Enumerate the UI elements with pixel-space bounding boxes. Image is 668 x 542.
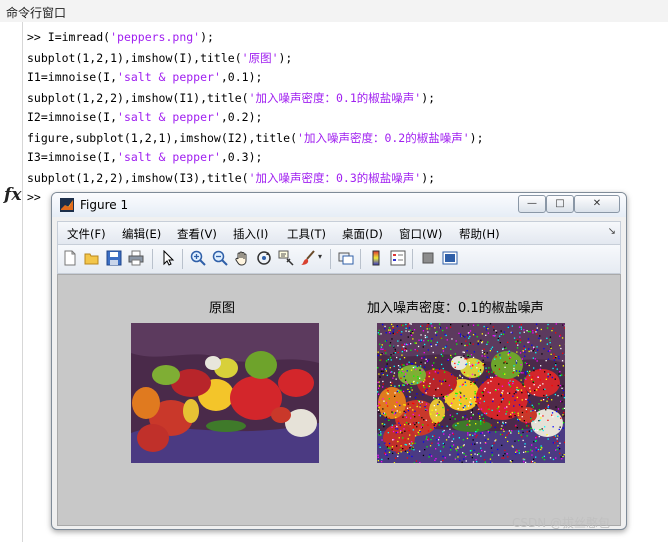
- maximize-button[interactable]: □: [546, 195, 574, 213]
- code-text: ,0.3);: [220, 150, 263, 164]
- data-cursor-icon[interactable]: [278, 250, 294, 266]
- menu-insert[interactable]: 插入(I): [233, 226, 268, 242]
- code-text: I3=imnoise(I,: [27, 150, 118, 164]
- code-text: subplot(1,2,1),imshow(I),title(: [27, 51, 242, 65]
- code-text: );: [200, 30, 214, 44]
- code-text: ,0.2);: [220, 110, 263, 124]
- code-text: >>: [27, 30, 48, 44]
- axes-1-title: 原图: [209, 301, 236, 316]
- figure-titlebar[interactable]: Figure 1 — □ ✕: [52, 193, 626, 217]
- zoom-in-icon[interactable]: [190, 250, 206, 266]
- legend-icon[interactable]: [390, 250, 406, 266]
- menu-file[interactable]: 文件(F): [67, 226, 106, 242]
- string-literal: '加入噪声密度：0.3的椒盐噪声': [248, 171, 422, 185]
- string-literal: 'salt & pepper': [117, 110, 221, 124]
- menu-help[interactable]: 帮助(H): [459, 226, 500, 242]
- colorbar-icon[interactable]: [368, 250, 384, 266]
- show-plot-tools-icon[interactable]: [442, 250, 458, 266]
- code-text: );: [421, 171, 436, 185]
- command-line: I2=imnoise(I,'salt & pepper',0.2);: [27, 110, 262, 124]
- command-line: figure,subplot(1,2,1),imshow(I2),title('…: [27, 130, 484, 146]
- code-text: figure,subplot(1,2,1),imshow(I2),title(: [27, 131, 298, 145]
- code-text: subplot(1,2,2),imshow(I3),title(: [27, 171, 249, 185]
- code-text: I1=imnoise(I,: [27, 70, 118, 84]
- figure-toolbar: ▾: [57, 245, 621, 274]
- code-text: );: [278, 51, 293, 65]
- figure-window: Figure 1 — □ ✕ 文件(F) 编辑(E) 查看(V) 插入(I) 工…: [51, 192, 627, 530]
- rotate-3d-icon[interactable]: [256, 250, 272, 266]
- menu-overflow-icon[interactable]: ↘: [608, 226, 616, 237]
- new-figure-icon[interactable]: [62, 250, 78, 266]
- open-file-icon[interactable]: [84, 250, 100, 266]
- string-literal: '加入噪声密度：0.1的椒盐噪声': [248, 91, 422, 105]
- command-window-header: 命令行窗口: [0, 0, 668, 23]
- code-text: subplot(1,2,2),imshow(I1),title(: [27, 91, 249, 105]
- brush-dropdown-icon[interactable]: ▾: [318, 252, 322, 261]
- command-line: subplot(1,2,1),imshow(I),title('原图');: [27, 50, 292, 66]
- figure-canvas[interactable]: 原图 加入噪声密度：0.1的椒盐噪声: [57, 274, 621, 526]
- command-line: >> I=imread('peppers.png');: [27, 30, 214, 44]
- code-text: I=imread(: [47, 30, 111, 44]
- menu-desktop[interactable]: 桌面(D): [342, 226, 383, 242]
- command-line: I3=imnoise(I,'salt & pepper',0.3);: [27, 150, 262, 164]
- hide-plot-tools-icon[interactable]: [420, 250, 436, 266]
- brush-icon[interactable]: [300, 250, 316, 266]
- zoom-out-icon[interactable]: [212, 250, 228, 266]
- code-text: );: [421, 91, 436, 105]
- fx-function-browser-icon[interactable]: fx: [4, 185, 21, 205]
- toolbar-separator: [182, 249, 183, 269]
- close-button[interactable]: ✕: [574, 195, 620, 213]
- command-line: subplot(1,2,2),imshow(I3),title('加入噪声密度：…: [27, 170, 435, 186]
- string-literal: 'peppers.png': [110, 30, 201, 44]
- code-text: I2=imnoise(I,: [27, 110, 118, 124]
- command-line: subplot(1,2,2),imshow(I1),title('加入噪声密度：…: [27, 90, 435, 106]
- link-plot-icon[interactable]: [338, 250, 354, 266]
- menu-tools[interactable]: 工具(T): [287, 226, 326, 242]
- csdn-watermark: CSDN @拔丝憨包: [512, 516, 611, 530]
- string-literal: '原图': [241, 51, 279, 65]
- matlab-logo-icon: [60, 198, 74, 212]
- figure-title: Figure 1: [80, 198, 129, 212]
- menu-edit[interactable]: 编辑(E): [122, 226, 161, 242]
- string-literal: 'salt & pepper': [117, 150, 221, 164]
- command-line: I1=imnoise(I,'salt & pepper',0.1);: [27, 70, 262, 84]
- select-arrow-icon[interactable]: [160, 250, 176, 266]
- save-icon[interactable]: [106, 250, 122, 266]
- peppers-original-image[interactable]: [131, 323, 319, 463]
- command-window-gutter: [22, 22, 23, 542]
- print-icon[interactable]: [128, 250, 144, 266]
- string-literal: '加入噪声密度：0.2的椒盐噪声': [297, 131, 470, 145]
- string-literal: 'salt & pepper': [117, 70, 221, 84]
- toolbar-separator: [360, 249, 361, 269]
- code-text: );: [469, 131, 484, 145]
- axes-2-title: 加入噪声密度：0.1的椒盐噪声: [367, 301, 544, 316]
- pan-hand-icon[interactable]: [234, 250, 250, 266]
- toolbar-separator: [330, 249, 331, 269]
- command-window-title: 命令行窗口: [6, 6, 67, 20]
- minimize-button[interactable]: —: [518, 195, 546, 213]
- toolbar-separator: [412, 249, 413, 269]
- toolbar-separator: [152, 249, 153, 269]
- menu-window[interactable]: 窗口(W): [399, 226, 442, 242]
- menu-view[interactable]: 查看(V): [177, 226, 217, 242]
- peppers-noisy-image[interactable]: [377, 323, 565, 463]
- command-prompt[interactable]: >>: [27, 190, 41, 204]
- figure-menubar: 文件(F) 编辑(E) 查看(V) 插入(I) 工具(T) 桌面(D) 窗口(W…: [57, 221, 621, 245]
- code-text: ,0.1);: [220, 70, 263, 84]
